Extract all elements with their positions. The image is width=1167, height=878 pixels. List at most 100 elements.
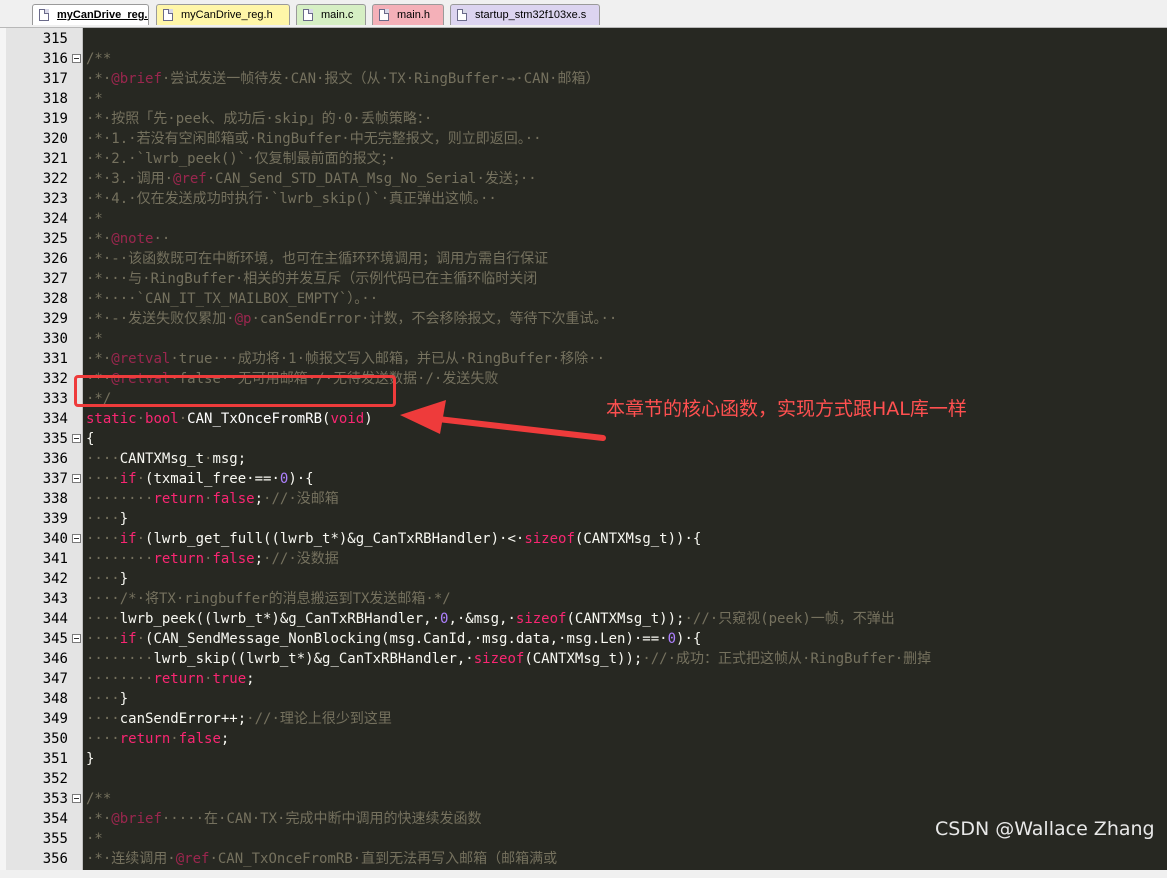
code-line[interactable]: 338 ········return·false;·//·没邮箱: [0, 489, 1167, 509]
code-token: ;: [220, 731, 230, 747]
code-line[interactable]: 346 ········lwrb_skip((lwrb_t*)&g_CanTxRB…: [0, 649, 1167, 669]
tab-1[interactable]: myCanDrive_reg.c: [32, 4, 149, 25]
code-line[interactable]: 327 ·*···与·RingBuffer·相关的并发互斥（示例代码已在主循环临时…: [0, 269, 1167, 289]
code-token: ·尝试发送一帧待发·CAN·报文（从·TX·RingBuffer·→·CAN·邮…: [161, 71, 600, 87]
code-line[interactable]: 352: [0, 769, 1167, 789]
code-line[interactable]: 325 ·*·@note··: [0, 229, 1167, 249]
code-line[interactable]: 344 ····lwrb_peek((lwrb_t*)&g_CanTxRBHand…: [0, 609, 1167, 629]
horizontal-scrollbar[interactable]: [0, 870, 1167, 878]
watermark-text: CSDN @Wallace Zhang: [935, 818, 1155, 840]
code-token: ·*: [86, 211, 103, 227]
code-token: ·*·: [86, 231, 112, 247]
code-token: ·*·: [86, 351, 112, 367]
fold-toggle-icon[interactable]: [72, 434, 81, 443]
code-token: @retval: [111, 351, 171, 367]
code-line[interactable]: 324 ·*: [0, 209, 1167, 229]
code-text: ·*·@brief·尝试发送一帧待发·CAN·报文（从·TX·RingBuffe…: [86, 69, 599, 89]
code-line[interactable]: 348 ····}: [0, 689, 1167, 709]
code-line[interactable]: 349 ····canSendError++;·//·理论上很少到这里: [0, 709, 1167, 729]
line-number: 343: [42, 591, 68, 607]
code-line[interactable]: 353 /**: [0, 789, 1167, 809]
code-line[interactable]: 351}: [0, 749, 1167, 769]
code-line[interactable]: 318 ·*: [0, 89, 1167, 109]
code-line[interactable]: 341 ········return·false;·//·没数据: [0, 549, 1167, 569]
code-line[interactable]: 319 ·*·按照「先·peek、成功后·skip」的·0·丢帧策略：·: [0, 109, 1167, 129]
code-token: ·*·按照「先·peek、成功后·skip」的·0·丢帧策略：·: [86, 111, 433, 127]
code-line[interactable]: 340 ····if·(lwrb_get_full((lwrb_t*)&g_Can…: [0, 529, 1167, 549]
line-number: 354: [42, 811, 68, 827]
code-token: lwrb_peek((lwrb_t*)&g_CanTxRBHandler,·: [119, 611, 441, 627]
code-line[interactable]: 326 ·*·-·该函数既可在中断环境，也可在主循环环境调用；调用方需自行保证: [0, 249, 1167, 269]
line-number: 355: [42, 831, 68, 847]
code-line[interactable]: 336 ····CANTXMsg_t·msg;: [0, 449, 1167, 469]
fold-toggle-icon[interactable]: [72, 54, 81, 63]
code-token: ··: [153, 231, 171, 247]
tab-2[interactable]: myCanDrive_reg.h: [156, 4, 290, 25]
code-text: ····if·(lwrb_get_full((lwrb_t*)&g_CanTxR…: [86, 529, 701, 549]
line-number: 349: [42, 711, 68, 727]
code-line[interactable]: 342 ····}: [0, 569, 1167, 589]
code-line[interactable]: 331 ·*·@retval·true···成功将·1·帧报文写入邮箱，并已从·R…: [0, 349, 1167, 369]
code-token: ········: [86, 671, 154, 687]
line-number: 319: [42, 111, 68, 127]
code-token: ·canSendError·计数，不会移除报文，等待下次重试。··: [251, 311, 618, 327]
file-tab-bar: myCanDrive_reg.c myCanDrive_reg.h main.c ma…: [0, 0, 1167, 28]
file-icon: [457, 9, 467, 21]
code-token: (CANTXMsg_t));: [566, 611, 685, 627]
line-number: 324: [42, 211, 68, 227]
code-line[interactable]: 320 ·*·1.·若没有空闲邮箱或·RingBuffer·中无完整报文，则立即返…: [0, 129, 1167, 149]
code-line[interactable]: 317 ·*·@brief·尝试发送一帧待发·CAN·报文（从·TX·RingBu…: [0, 69, 1167, 89]
code-token: @brief: [111, 811, 162, 827]
code-line[interactable]: 316 /**: [0, 49, 1167, 69]
code-token: return: [153, 671, 205, 687]
code-line[interactable]: 323 ·*·4.·仅在发送成功时执行·`lwrb_skip()`·真正弹出这帧。…: [0, 189, 1167, 209]
code-token: ·//·成功：正式把这帧从·RingBuffer·删掉: [642, 651, 932, 667]
code-line[interactable]: 343 ····/*·将TX·ringbuffer的消息搬运到TX发送邮箱·*/: [0, 589, 1167, 609]
code-editor[interactable]: 315 316/** 317 ·*·@brief·尝试发送一帧待发·CAN·报文（从·…: [0, 28, 1167, 878]
code-token: ····: [86, 711, 120, 727]
code-token: ·//·理论上很少到这里: [246, 711, 392, 727]
line-number: 325: [42, 231, 68, 247]
fold-toggle-icon[interactable]: [72, 794, 81, 803]
code-line[interactable]: 339 ····}: [0, 509, 1167, 529]
code-line[interactable]: 329 ·*·-·发送失败仅累加·@p·canSendError·计数，不会移除报…: [0, 309, 1167, 329]
code-text: ····/*·将TX·ringbuffer的消息搬运到TX发送邮箱·*/: [86, 589, 451, 609]
fold-toggle-icon[interactable]: [72, 534, 81, 543]
fold-toggle-icon[interactable]: [72, 474, 81, 483]
tab-3[interactable]: main.c: [296, 4, 366, 25]
code-line[interactable]: 330 ·*: [0, 329, 1167, 349]
code-token: (CANTXMsg_t))·{: [574, 531, 702, 547]
code-token: ·: [136, 471, 146, 487]
line-number: 344: [42, 611, 68, 627]
code-token: true: [212, 671, 247, 687]
code-line[interactable]: 328 ·*····`CAN_IT_TX_MAILBOX_EMPTY`）。··: [0, 289, 1167, 309]
code-text: ·*: [86, 89, 103, 109]
fold-toggle-icon[interactable]: [72, 634, 81, 643]
code-line[interactable]: 315: [0, 29, 1167, 49]
code-line[interactable]: 356 ·*·连续调用·@ref·CAN_TxOnceFromRB·直到无法再写入…: [0, 849, 1167, 869]
code-token: CAN_TxOnceFromRB: [187, 411, 323, 427]
code-token: ·//·没邮箱: [263, 491, 339, 507]
code-token: ·*·1.·若没有空闲邮箱或·RingBuffer·中无完整报文，则立即返回。·…: [86, 131, 542, 147]
code-token: msg;: [212, 451, 247, 467]
code-line[interactable]: 347 ········return·true;: [0, 669, 1167, 689]
code-line[interactable]: 345 ····if·(CAN_SendMessage_NonBlocking(m…: [0, 629, 1167, 649]
code-line[interactable]: 321 ·*·2.·`lwrb_peek()`·仅复制最前面的报文；·: [0, 149, 1167, 169]
code-text: ·*: [86, 329, 103, 349]
line-number: 347: [42, 671, 68, 687]
code-token: false: [212, 551, 255, 567]
code-token: ·*····`CAN_IT_TX_MAILBOX_EMPTY`）。··: [86, 291, 379, 307]
tab-5[interactable]: startup_stm32f103xe.s: [450, 4, 600, 25]
line-number: 327: [42, 271, 68, 287]
code-text: ········lwrb_skip((lwrb_t*)&g_CanTxRBHan…: [86, 649, 931, 669]
code-token: (lwrb_get_full((lwrb_t*)&g_CanTxRBHandle…: [145, 531, 525, 547]
line-number: 348: [42, 691, 68, 707]
code-line[interactable]: 322 ·*·3.·调用·@ref·CAN_Send_STD_DATA_Msg_N…: [0, 169, 1167, 189]
code-line[interactable]: 350 ····return·false;: [0, 729, 1167, 749]
code-text: ·*·1.·若没有空闲邮箱或·RingBuffer·中无完整报文，则立即返回。·…: [86, 129, 542, 149]
code-text: ·*·@note··: [86, 229, 170, 249]
tab-4[interactable]: main.h: [372, 4, 444, 25]
line-number: 329: [42, 311, 68, 327]
code-line[interactable]: 337 ····if·(txmail_free·==·0)·{: [0, 469, 1167, 489]
code-token: if: [119, 471, 137, 487]
